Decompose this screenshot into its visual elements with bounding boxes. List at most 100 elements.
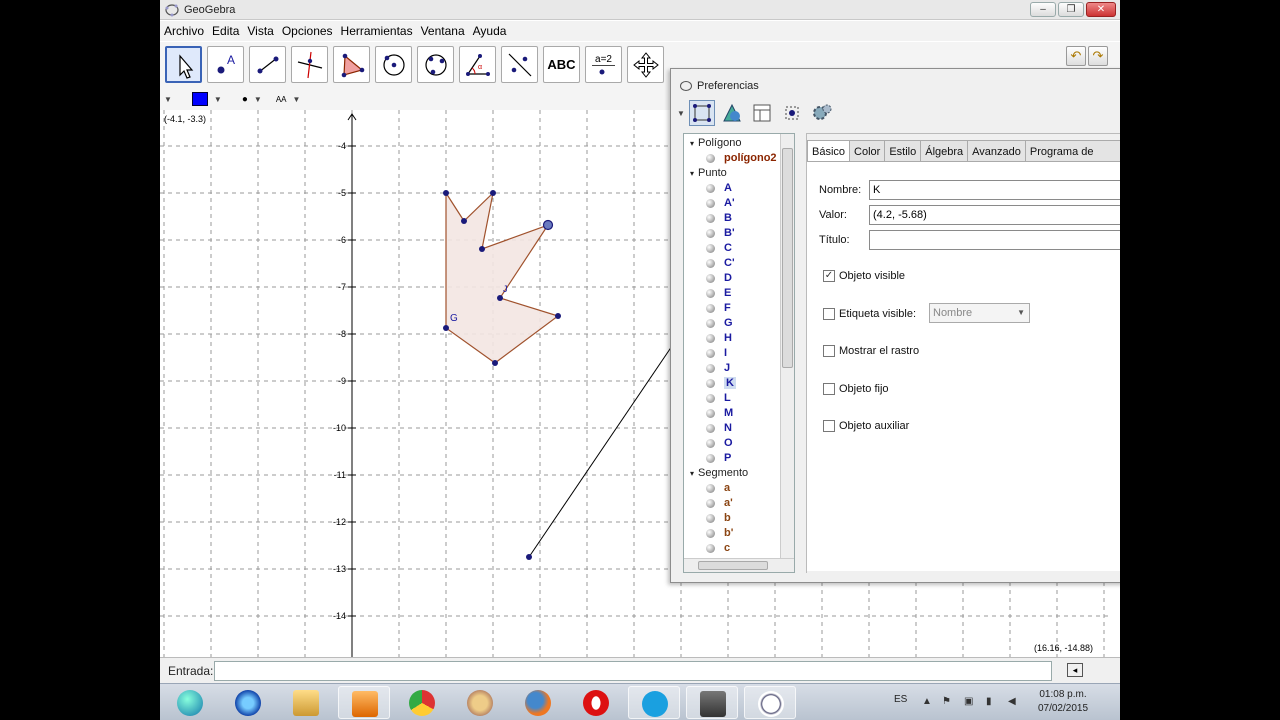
graphics-settings-button[interactable] xyxy=(719,100,745,126)
taskbar-chrome[interactable] xyxy=(396,686,448,719)
tree-item[interactable]: a xyxy=(684,481,780,496)
caption-field[interactable] xyxy=(869,230,1120,250)
tab-basico[interactable]: Básico xyxy=(807,140,851,162)
menu-vista[interactable]: Vista xyxy=(243,24,277,38)
visibility-dot-icon[interactable] xyxy=(706,229,715,238)
tree-scroll-thumb[interactable] xyxy=(782,148,793,368)
reflect-tool-button[interactable] xyxy=(501,46,538,83)
taskbar-media-player[interactable] xyxy=(338,686,390,719)
visibility-dot-icon[interactable] xyxy=(706,439,715,448)
label-style-button[interactable]: AA xyxy=(276,95,287,104)
tree-item[interactable]: D xyxy=(684,271,780,286)
visibility-dot-icon[interactable] xyxy=(706,274,715,283)
tree-expand-icon[interactable]: ▾ xyxy=(690,169,694,178)
label-mode-select[interactable]: Nombre ▼ xyxy=(929,303,1030,323)
visibility-dot-icon[interactable] xyxy=(706,244,715,253)
tree-category[interactable]: ▾ Punto xyxy=(684,166,780,181)
visibility-dot-icon[interactable] xyxy=(706,484,715,493)
visibility-dot-icon[interactable] xyxy=(706,304,715,313)
taskbar-opera[interactable] xyxy=(570,686,622,719)
visibility-dot-icon[interactable] xyxy=(706,364,715,373)
menu-ventana[interactable]: Ventana xyxy=(417,24,469,38)
polygon-tool-button[interactable] xyxy=(333,46,370,83)
point-tool-button[interactable]: A xyxy=(207,46,244,83)
object-tree[interactable]: ▾ Polígono polígono2 ▾ Punto A A' B B' C C' D E F G H I J… xyxy=(683,133,795,573)
close-button[interactable]: ✕ xyxy=(1086,2,1116,17)
tree-category[interactable]: ▾ Segmento xyxy=(684,466,780,481)
visibility-dot-icon[interactable] xyxy=(706,214,715,223)
perpendicular-tool-button[interactable] xyxy=(291,46,328,83)
tree-item[interactable]: b' xyxy=(684,526,780,541)
tree-item[interactable]: B xyxy=(684,211,780,226)
visibility-dot-icon[interactable] xyxy=(706,454,715,463)
menu-edita[interactable]: Edita xyxy=(208,24,243,38)
point[interactable] xyxy=(497,295,503,301)
menu-opciones[interactable]: Opciones xyxy=(278,24,337,38)
tree-item[interactable]: a' xyxy=(684,496,780,511)
tree-item[interactable]: L xyxy=(684,391,780,406)
menu-herramientas[interactable]: Herramientas xyxy=(337,24,417,38)
text-tool-button[interactable]: ABC xyxy=(543,46,580,83)
tree-item[interactable]: A' xyxy=(684,196,780,211)
label-style-dropdown-icon[interactable]: ▼ xyxy=(292,95,300,104)
tree-expand-icon[interactable]: ▾ xyxy=(690,139,694,148)
tree-item[interactable]: F xyxy=(684,301,780,316)
line-tool-button[interactable] xyxy=(249,46,286,83)
tree-horizontal-scrollbar[interactable] xyxy=(684,558,794,572)
taskbar-explorer[interactable] xyxy=(280,686,332,719)
tree-item[interactable]: C xyxy=(684,241,780,256)
tree-vertical-scrollbar[interactable] xyxy=(780,134,794,558)
undo-button[interactable]: ↶ xyxy=(1066,46,1086,66)
visibility-dot-icon[interactable] xyxy=(706,334,715,343)
move-view-tool-button[interactable] xyxy=(627,46,664,83)
visibility-dot-icon[interactable] xyxy=(706,154,715,163)
point[interactable] xyxy=(555,313,561,319)
visibility-dot-icon[interactable] xyxy=(706,424,715,433)
point[interactable] xyxy=(443,190,449,196)
slider-tool-button[interactable]: a=2 xyxy=(585,46,622,83)
name-field[interactable]: K xyxy=(869,180,1120,200)
tab-algebra[interactable]: Álgebra xyxy=(921,140,969,162)
tree-item[interactable]: C' xyxy=(684,256,780,271)
objects-settings-button[interactable] xyxy=(688,100,715,126)
layout-settings-button[interactable] xyxy=(749,100,775,126)
input-field[interactable] xyxy=(214,661,1052,681)
tree-item[interactable]: J xyxy=(684,361,780,376)
tab-color[interactable]: Color xyxy=(850,140,886,162)
color-dropdown-icon[interactable]: ▼ xyxy=(214,95,222,104)
tree-item[interactable]: M xyxy=(684,406,780,421)
show-object-checkbox[interactable]: ✓ xyxy=(823,270,835,282)
tree-item[interactable]: I xyxy=(684,346,780,361)
point-style-button[interactable]: ● xyxy=(242,94,248,105)
category-dropdown-icon[interactable]: ▼ xyxy=(677,109,685,118)
tree-item[interactable]: K xyxy=(684,376,780,391)
point[interactable] xyxy=(492,360,498,366)
tree-item[interactable]: polígono2 xyxy=(684,151,780,166)
visibility-dot-icon[interactable] xyxy=(706,379,715,388)
point[interactable] xyxy=(479,246,485,252)
visibility-dot-icon[interactable] xyxy=(706,319,715,328)
keyboard-icon[interactable]: ◂ xyxy=(1067,663,1083,677)
network-icon[interactable]: ▮ xyxy=(986,696,992,707)
move-tool-button[interactable] xyxy=(165,46,202,83)
point[interactable] xyxy=(490,190,496,196)
value-field[interactable]: (4.2, -5.68) xyxy=(869,205,1120,225)
tree-category[interactable]: ▾ Polígono xyxy=(684,136,780,151)
auxiliary-object-checkbox[interactable] xyxy=(823,420,835,432)
point[interactable] xyxy=(526,554,532,560)
point-k-selected[interactable] xyxy=(542,219,554,231)
angle-tool-button[interactable]: α xyxy=(459,46,496,83)
device-icon[interactable]: ▣ xyxy=(964,696,973,707)
taskbar-paint[interactable] xyxy=(454,686,506,719)
visibility-dot-icon[interactable] xyxy=(706,259,715,268)
taskbar-geogebra[interactable] xyxy=(744,686,796,719)
tab-estilo[interactable]: Estilo xyxy=(885,140,922,162)
start-button[interactable] xyxy=(164,686,216,719)
tree-item[interactable]: B' xyxy=(684,226,780,241)
menu-archivo[interactable]: Archivo xyxy=(160,24,208,38)
taskbar-app[interactable] xyxy=(686,686,738,719)
visibility-dot-icon[interactable] xyxy=(706,394,715,403)
point[interactable] xyxy=(461,218,467,224)
conic-tool-button[interactable] xyxy=(417,46,454,83)
tree-item[interactable]: c xyxy=(684,541,780,556)
